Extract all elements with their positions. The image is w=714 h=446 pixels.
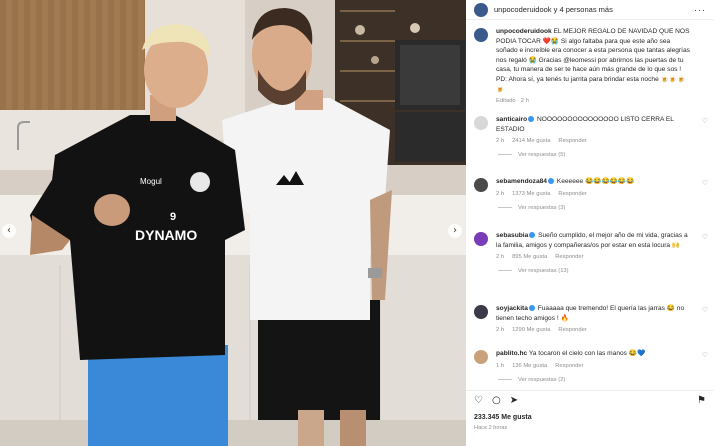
share-icon[interactable]: ➤ xyxy=(510,395,518,406)
comment-user[interactable]: santicairo xyxy=(496,116,527,123)
photo-scene: Mogul 9 DYNAMO xyxy=(0,0,466,446)
comment-time: 2 h xyxy=(496,254,505,261)
comment-likes[interactable]: 136 Me gusta xyxy=(512,363,547,369)
avatar[interactable] xyxy=(474,350,488,364)
avatar[interactable] xyxy=(474,116,488,130)
comment-likes[interactable]: 1373 Me gusta xyxy=(512,191,550,197)
view-replies-button[interactable]: Ver respuestas (13) xyxy=(496,268,692,274)
comment-user[interactable]: sebamendoza84 xyxy=(496,178,547,185)
caption-text: EL MEJOR REGALO DE NAVIDAD QUE NOS PODIA… xyxy=(496,28,690,93)
view-replies-button[interactable]: Ver respuestas (3) xyxy=(496,205,692,211)
post-photo: Mogul 9 DYNAMO ‹ › xyxy=(0,0,466,446)
avatar[interactable] xyxy=(474,232,488,246)
shirt-number: 9 xyxy=(170,211,176,223)
comment-time: 2 h xyxy=(496,190,505,197)
comments-panel: unpocoderuidook y 4 personas más ··· unp… xyxy=(466,0,714,446)
bookmark-icon[interactable]: ⚑ xyxy=(697,395,706,406)
like-comment-icon[interactable]: ♡ xyxy=(702,351,708,359)
more-options-icon[interactable]: ··· xyxy=(694,5,706,15)
reply-button[interactable]: Responder xyxy=(558,327,586,333)
post-author[interactable]: unpocoderuidook y 4 personas más xyxy=(494,5,613,14)
comment-likes[interactable]: 895 Me gusta xyxy=(512,254,547,260)
comment-icon[interactable]: ○ xyxy=(492,395,501,406)
comment-list: unpocoderuidook EL MEJOR REGALO DE NAVID… xyxy=(466,27,714,390)
verified-icon xyxy=(547,178,554,185)
comment-likes[interactable]: 2414 Me gusta xyxy=(512,138,550,144)
comment-item: pablito.hc Ya tocaron el cielo con las m… xyxy=(466,349,714,383)
like-comment-icon[interactable]: ♡ xyxy=(702,233,708,241)
verified-icon xyxy=(528,116,535,123)
avatar[interactable] xyxy=(474,305,488,319)
shirt-brand: Mogul xyxy=(140,177,162,186)
reply-button[interactable]: Responder xyxy=(555,363,583,369)
comment-text: Ya tocaron el cielo con las manos 😂💙 xyxy=(528,350,646,357)
comment-item: soyjackita Fuaaaaa que tremendo! El quer… xyxy=(466,304,714,333)
carousel-next-button[interactable]: › xyxy=(448,224,462,238)
comment-item: sebamendoza84 Keeeeee 😂😂😂😂😂😂 2 h 1373 Me … xyxy=(466,177,714,211)
view-replies-button[interactable]: Ver respuestas (5) xyxy=(496,152,692,158)
like-comment-icon[interactable]: ♡ xyxy=(702,179,708,187)
comment-user[interactable]: pablito.hc xyxy=(496,350,527,357)
comment-item: santicairo NOOOOOOOOOOOOOOO LISTO CERRA … xyxy=(466,115,714,158)
verified-icon xyxy=(528,305,535,312)
like-comment-icon[interactable]: ♡ xyxy=(702,306,708,314)
shirt-team: DYNAMO xyxy=(135,227,197,243)
reply-button[interactable]: Responder xyxy=(555,254,583,260)
reply-button[interactable]: Responder xyxy=(558,191,586,197)
like-count[interactable]: 233.345 Me gusta xyxy=(474,414,532,421)
action-bar: ♡ ○ ➤ ⚑ xyxy=(466,390,714,410)
comment-user[interactable]: soyjackita xyxy=(496,305,528,312)
author-avatar[interactable] xyxy=(474,2,488,17)
comment-time: 1 h xyxy=(496,362,505,369)
comment-text: Keeeeee 😂😂😂😂😂😂 xyxy=(556,178,635,185)
heart-icon[interactable]: ♡ xyxy=(474,395,483,406)
avatar[interactable] xyxy=(474,178,488,192)
view-replies-button[interactable]: Ver respuestas (2) xyxy=(496,377,692,383)
comment-time: 2 h xyxy=(496,138,505,145)
caption-meta: Editado · 2 h xyxy=(496,98,529,105)
comment-user[interactable]: sebasubia xyxy=(496,232,528,239)
post-time: Hace 2 horas xyxy=(474,425,508,431)
comment-time: 2 h xyxy=(496,327,505,334)
comment-likes[interactable]: 1290 Me gusta xyxy=(512,327,550,333)
like-comment-icon[interactable]: ♡ xyxy=(702,117,708,125)
post-header: unpocoderuidook y 4 personas más ··· xyxy=(466,0,714,20)
caption: unpocoderuidook EL MEJOR REGALO DE NAVID… xyxy=(466,27,714,104)
carousel-prev-button[interactable]: ‹ xyxy=(2,224,16,238)
comment-item: sebasubia Sueño cumplido, el mejor año d… xyxy=(466,231,714,274)
reply-button[interactable]: Responder xyxy=(558,138,586,144)
comment-user[interactable]: unpocoderuidook xyxy=(496,28,552,35)
avatar[interactable] xyxy=(474,28,488,42)
verified-icon xyxy=(529,232,536,239)
